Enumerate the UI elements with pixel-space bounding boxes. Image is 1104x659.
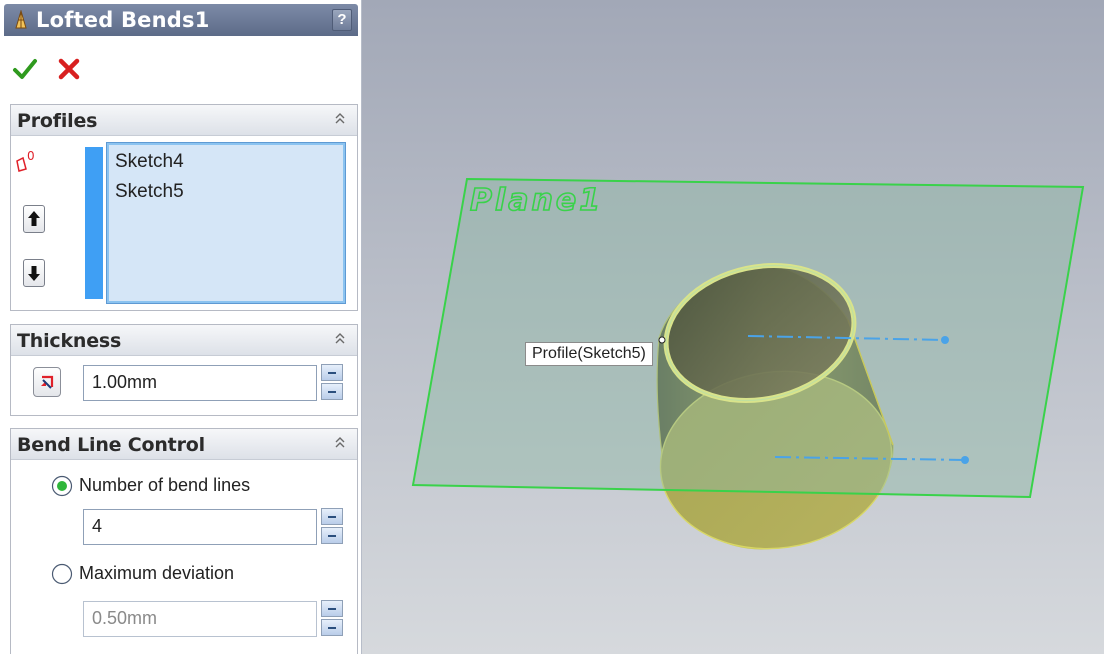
graphics-viewport[interactable]: Plane1 — [362, 0, 1104, 654]
plane1-label: Plane1 — [470, 183, 603, 218]
ok-checkmark-icon[interactable] — [12, 56, 38, 82]
spin-up-button[interactable] — [321, 600, 343, 617]
bend-lines-spinner[interactable] — [321, 508, 345, 546]
profiles-group: Profiles 0 Sketch4 Sketch5 — [10, 104, 358, 311]
deviation-spinner[interactable] — [321, 600, 345, 638]
profile-color-bar — [85, 147, 103, 299]
profiles-group-title: Profiles — [17, 110, 98, 132]
panel-title: Lofted Bends1 — [36, 8, 210, 32]
spin-down-button[interactable] — [321, 619, 343, 636]
collapse-chevron-icon[interactable] — [333, 435, 347, 451]
model-view: Plane1 — [411, 177, 1085, 550]
reverse-direction-icon — [41, 375, 54, 389]
list-item[interactable]: Sketch5 — [115, 181, 184, 203]
maximum-deviation-label[interactable]: Maximum deviation — [79, 563, 234, 584]
number-of-bend-lines-label[interactable]: Number of bend lines — [79, 475, 250, 496]
arrow-down-icon — [28, 266, 40, 281]
panel-title-bar: Lofted Bends1 ? — [4, 4, 358, 36]
reverse-direction-button[interactable] — [33, 367, 61, 397]
spin-down-button[interactable] — [321, 383, 343, 400]
profile-tooltip: Profile(Sketch5) — [525, 342, 653, 366]
profiles-list[interactable]: Sketch4 Sketch5 — [106, 142, 346, 304]
svg-text:0: 0 — [27, 149, 35, 163]
collapse-chevron-icon[interactable] — [333, 331, 347, 347]
number-of-bend-lines-radio[interactable] — [51, 475, 73, 497]
move-down-button[interactable] — [23, 259, 45, 287]
spin-up-button[interactable] — [321, 508, 343, 525]
bend-line-control-group: Bend Line Control Number of bend lines 4… — [10, 428, 358, 654]
property-manager-panel: Lofted Bends1 ? Profiles 0 Sketch4 Sketc… — [0, 0, 362, 654]
number-of-bend-lines-input[interactable]: 4 — [83, 509, 317, 545]
maximum-deviation-radio[interactable] — [51, 563, 73, 585]
arrow-up-icon — [28, 211, 40, 226]
bend-line-control-header[interactable]: Bend Line Control — [11, 429, 357, 460]
thickness-group-title: Thickness — [17, 330, 122, 352]
collapse-chevron-icon[interactable] — [333, 111, 347, 127]
bend-line-control-title: Bend Line Control — [17, 434, 205, 456]
maximum-deviation-input[interactable]: 0.50mm — [83, 601, 317, 637]
profile-selection-icon: 0 — [16, 149, 35, 172]
thickness-spinner[interactable] — [321, 364, 345, 402]
cancel-x-icon[interactable] — [56, 56, 82, 82]
move-up-button[interactable] — [23, 205, 45, 233]
lofted-bends-icon — [15, 10, 27, 29]
profiles-group-header[interactable]: Profiles — [11, 105, 357, 136]
thickness-group: Thickness 1.00mm — [10, 324, 358, 416]
help-button[interactable]: ? — [332, 9, 352, 31]
thickness-input[interactable]: 1.00mm — [83, 365, 317, 401]
spin-up-button[interactable] — [321, 364, 343, 381]
list-item[interactable]: Sketch4 — [115, 151, 184, 173]
spin-down-button[interactable] — [321, 527, 343, 544]
thickness-group-header[interactable]: Thickness — [11, 325, 357, 356]
